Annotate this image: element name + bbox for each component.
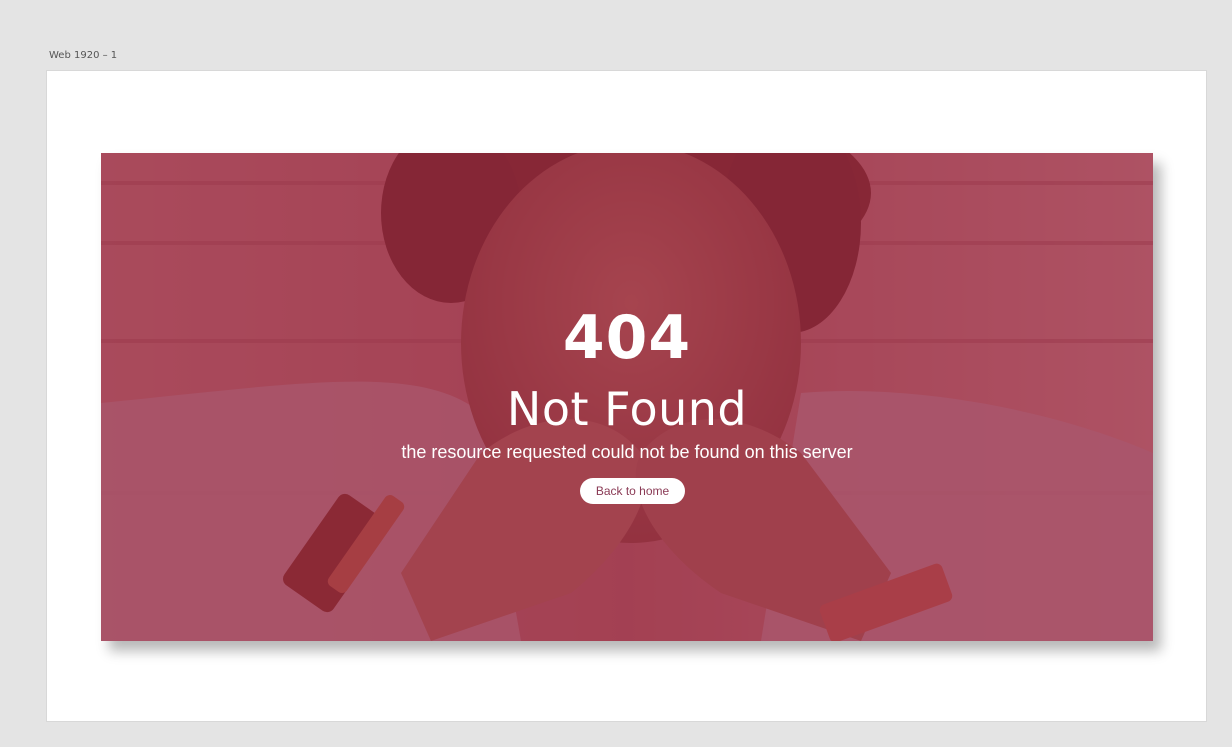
back-to-home-button[interactable]: Back to home — [580, 478, 685, 504]
hero-banner: 404 Not Found the resource requested cou… — [101, 153, 1153, 641]
error-title: Not Found — [506, 382, 748, 436]
error-code: 404 — [562, 303, 692, 373]
artboard-label: Web 1920 – 1 — [49, 50, 118, 61]
error-message: the resource requested could not be foun… — [401, 442, 853, 462]
error-content: 404 Not Found the resource requested cou… — [101, 153, 1153, 641]
